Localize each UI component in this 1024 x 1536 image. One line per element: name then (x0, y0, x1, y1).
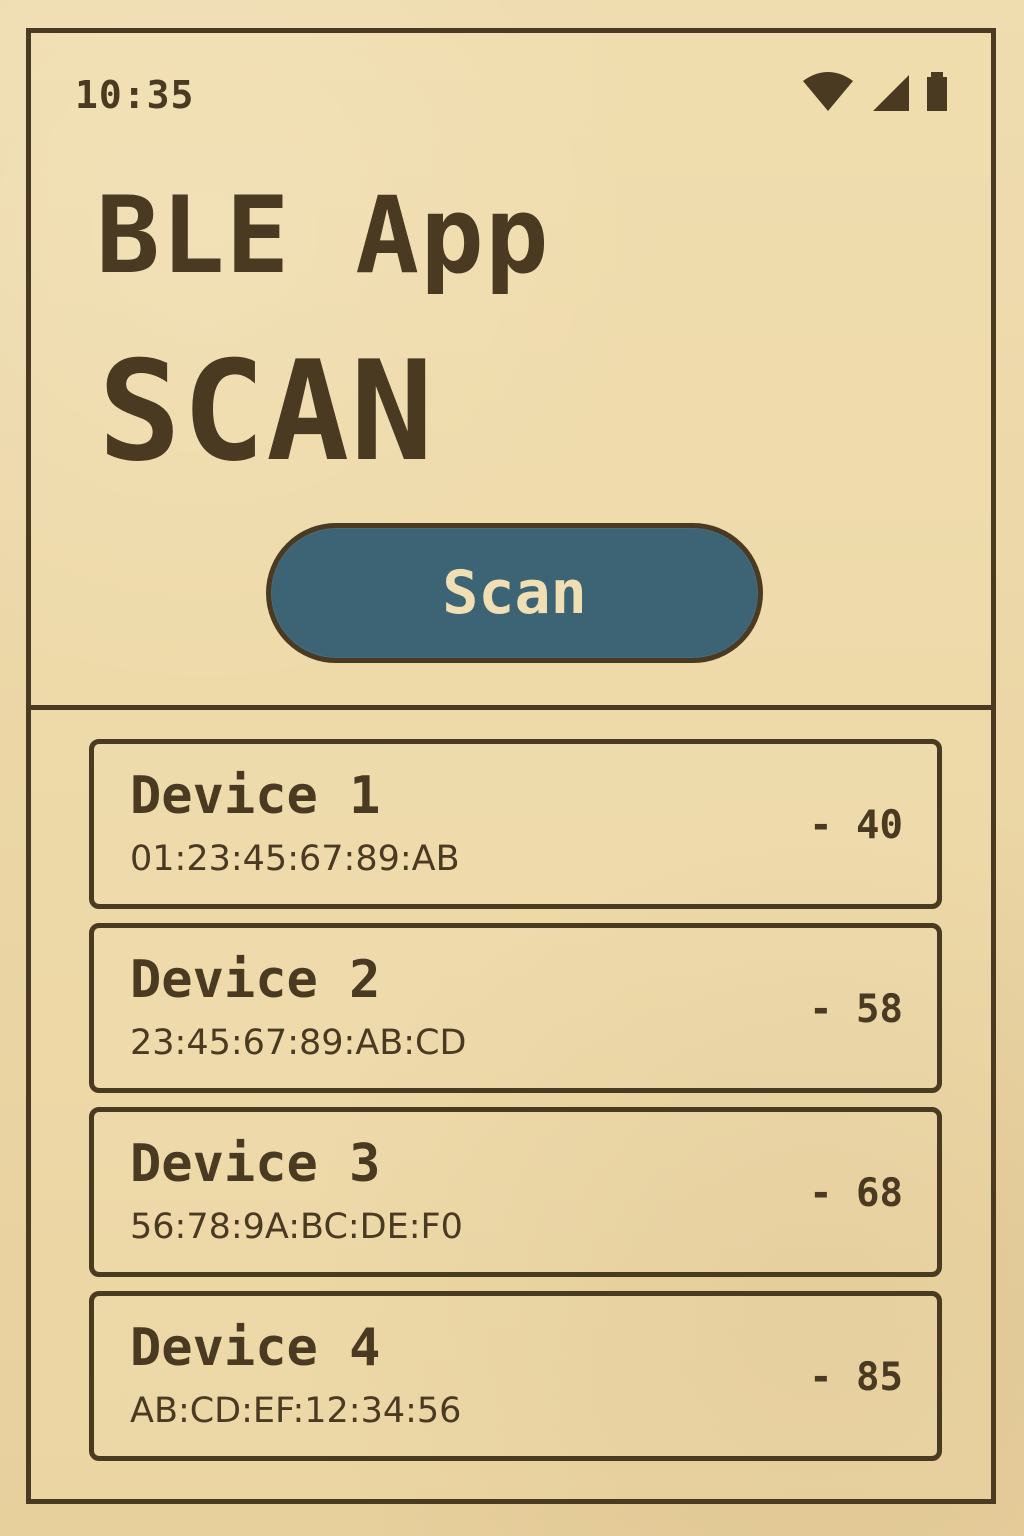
device-list: Device 1 01:23:45:67:89:AB - 40 Device 2… (89, 739, 942, 1461)
device-address: 56:78:9A:BC:DE:F0 (130, 1207, 463, 1247)
wifi-icon (803, 72, 853, 111)
screen-title: SCAN (98, 331, 435, 492)
device-rssi: - 40 (809, 803, 903, 848)
device-rssi: - 58 (809, 987, 903, 1032)
header: BLE App SCAN (96, 183, 856, 513)
device-list-item[interactable]: Device 4 AB:CD:EF:12:34:56 - 85 (89, 1291, 942, 1461)
section-divider (31, 705, 991, 710)
app-title: BLE App (96, 174, 550, 297)
device-name: Device 3 (130, 1134, 381, 1194)
status-time: 10:35 (75, 73, 195, 117)
device-name: Device 1 (130, 766, 381, 826)
device-rssi: - 85 (809, 1355, 903, 1400)
device-address: 23:45:67:89:AB:CD (130, 1023, 467, 1063)
status-icons (801, 71, 951, 113)
status-bar: 10:35 (71, 69, 951, 119)
phone-screen: 10:35 BLE App SCAN Scan Device 1 01:23:4… (26, 28, 996, 1504)
device-list-item[interactable]: Device 1 01:23:45:67:89:AB - 40 (89, 739, 942, 909)
device-address: AB:CD:EF:12:34:56 (130, 1391, 462, 1431)
device-name: Device 4 (130, 1318, 381, 1378)
cellular-signal-icon (873, 75, 909, 111)
device-list-item[interactable]: Device 2 23:45:67:89:AB:CD - 58 (89, 923, 942, 1093)
scan-button[interactable]: Scan (266, 523, 763, 663)
device-name: Device 2 (130, 950, 381, 1010)
device-rssi: - 68 (809, 1171, 903, 1216)
device-list-item[interactable]: Device 3 56:78:9A:BC:DE:F0 - 68 (89, 1107, 942, 1277)
device-address: 01:23:45:67:89:AB (130, 839, 460, 879)
battery-icon (927, 72, 947, 111)
